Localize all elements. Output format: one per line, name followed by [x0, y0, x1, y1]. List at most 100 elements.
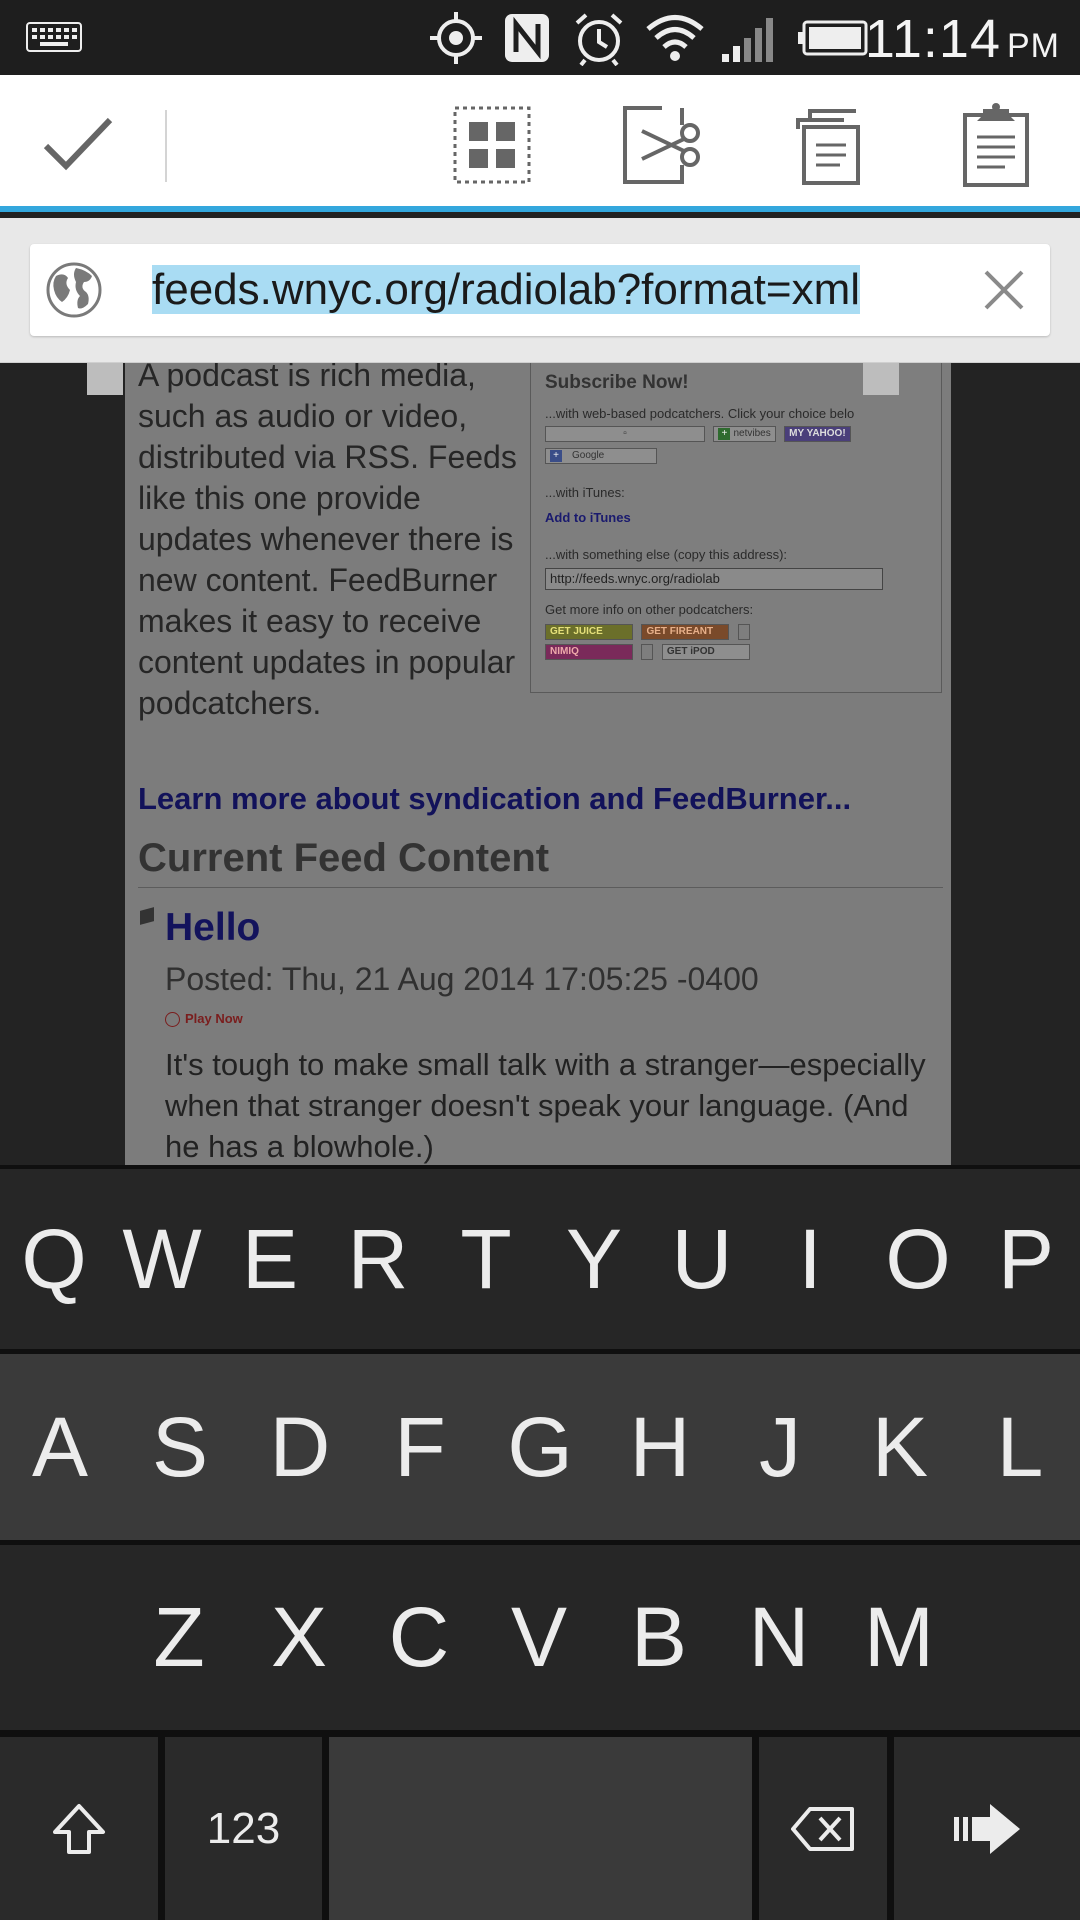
checkbox-2[interactable] — [641, 643, 654, 660]
play-icon — [165, 1012, 180, 1028]
web-podcatcher-buttons: ▫ + netvibes MY YAHOO! — [545, 425, 927, 443]
getjuice-link[interactable]: GET JUICE — [545, 623, 633, 640]
key-s[interactable]: S — [120, 1354, 240, 1540]
podcatcher-links-row2: NIMIQ GET iPOD — [545, 643, 927, 661]
cut-button[interactable] — [617, 100, 707, 190]
podcatcher-links-row1: GET JUICE GET FIREANT — [545, 623, 927, 641]
feed-address-field[interactable]: http://feeds.wnyc.org/radiolab — [545, 568, 883, 590]
checkbox-1[interactable] — [737, 623, 750, 640]
other-label: ...with something else (copy this addres… — [545, 547, 788, 562]
wifi-icon — [646, 15, 704, 61]
select-all-button[interactable] — [447, 100, 537, 190]
selection-handle-start[interactable] — [87, 363, 123, 395]
key-a[interactable]: A — [0, 1354, 120, 1540]
keyboard-row-1: Q W E R T Y U I O P — [0, 1169, 1080, 1349]
space-key[interactable] — [329, 1737, 752, 1920]
feed-item-description: It's tough to make small talk with a str… — [165, 1047, 926, 1164]
key-k[interactable]: K — [840, 1354, 960, 1540]
key-m[interactable]: M — [839, 1545, 959, 1730]
shift-icon — [53, 1803, 105, 1854]
key-g[interactable]: G — [480, 1354, 600, 1540]
key-c[interactable]: C — [359, 1545, 479, 1730]
action-bar-divider — [165, 110, 167, 182]
backspace-icon — [791, 1806, 854, 1851]
key-n[interactable]: N — [719, 1545, 839, 1730]
broken-image-button[interactable]: ▫ — [545, 425, 705, 442]
key-b[interactable]: B — [599, 1545, 719, 1730]
feed-item-posted: Posted: Thu, 21 Aug 2014 17:05:25 -0400 — [165, 961, 759, 997]
netvibes-button[interactable]: + netvibes — [713, 425, 776, 442]
clock-ampm: PM — [1007, 27, 1060, 65]
learn-more-link[interactable]: Learn more about syndication and FeedBur… — [138, 781, 851, 817]
web-based-label: ...with web-based podcatchers. Click you… — [545, 406, 855, 421]
text-selection-action-bar — [0, 75, 1080, 212]
numbers-key[interactable]: 123 — [165, 1737, 322, 1920]
more-info-label: Get more info on other podcatchers: — [545, 602, 754, 617]
enter-arrow-icon — [954, 1803, 1020, 1854]
play-now-link[interactable]: Play Now — [165, 1011, 243, 1028]
keyboard-row-3: Z X C V B N M — [0, 1545, 1080, 1730]
backspace-key[interactable] — [759, 1737, 887, 1920]
google-row: + Google — [545, 447, 927, 465]
feed-item-title[interactable]: Hello — [165, 906, 260, 950]
key-q[interactable]: Q — [0, 1169, 108, 1349]
feed-page: A podcast is rich media, such as audio o… — [125, 363, 951, 1165]
alarm-icon — [575, 13, 623, 66]
key-y[interactable]: Y — [540, 1169, 648, 1349]
keyboard-row-4: 123 — [0, 1737, 1080, 1920]
numbers-key-label: 123 — [206, 1803, 281, 1853]
url-text[interactable]: feeds.wnyc.org/radiolab?format=xml — [122, 260, 890, 320]
key-f[interactable]: F — [360, 1354, 480, 1540]
keyboard-row-2: A S D F G H J K L — [0, 1354, 1080, 1540]
myyahoo-button[interactable]: MY YAHOO! — [784, 425, 851, 442]
key-j[interactable]: J — [720, 1354, 840, 1540]
key-o[interactable]: O — [864, 1169, 972, 1349]
key-r[interactable]: R — [324, 1169, 432, 1349]
key-v[interactable]: V — [479, 1545, 599, 1730]
shift-key[interactable] — [0, 1737, 158, 1920]
key-d[interactable]: D — [240, 1354, 360, 1540]
select-all-icon — [453, 106, 531, 184]
enter-key[interactable] — [894, 1737, 1080, 1920]
getfireant-link[interactable]: GET FIREANT — [641, 623, 730, 640]
key-u[interactable]: U — [648, 1169, 756, 1349]
paste-icon — [963, 103, 1029, 187]
getipod-link[interactable]: GET iPOD — [661, 643, 750, 660]
google-button[interactable]: + Google — [545, 447, 657, 464]
clock-time: 11:14 — [864, 9, 1001, 69]
key-w[interactable]: W — [108, 1169, 216, 1349]
copy-button[interactable] — [787, 100, 877, 190]
key-i[interactable]: I — [756, 1169, 864, 1349]
key-h[interactable]: H — [600, 1354, 720, 1540]
signal-icon — [722, 18, 773, 62]
copy-icon — [796, 109, 860, 185]
status-bar: 11:14 PM — [0, 0, 1080, 75]
play-now-label: Play Now — [185, 1011, 243, 1026]
podcast-intro-text: A podcast is rich media, such as audio o… — [138, 363, 517, 721]
key-x[interactable]: X — [239, 1545, 359, 1730]
key-z[interactable]: Z — [119, 1545, 239, 1730]
selection-handle-end[interactable] — [863, 363, 899, 395]
cut-icon — [623, 106, 700, 184]
item-bullet-icon — [140, 907, 154, 925]
url-bar-container: feeds.wnyc.org/radiolab?format=xml — [0, 218, 1080, 363]
myyahoo-label: MY YAHOO! — [789, 427, 846, 439]
nfc-icon — [505, 14, 549, 62]
netvibes-label: netvibes — [733, 427, 771, 439]
clear-url-icon[interactable] — [980, 266, 1028, 314]
paste-button[interactable] — [952, 100, 1042, 190]
key-e[interactable]: E — [216, 1169, 324, 1349]
feed-content-heading: Current Feed Content — [138, 836, 943, 888]
done-button[interactable] — [33, 100, 123, 190]
web-content[interactable]: A podcast is rich media, such as audio o… — [0, 363, 1080, 1165]
nimiq-link[interactable]: NIMIQ — [545, 643, 633, 660]
key-l[interactable]: L — [960, 1354, 1080, 1540]
clock: 11:14 PM — [865, 8, 1060, 70]
add-to-itunes-link[interactable]: Add to iTunes — [545, 510, 927, 525]
url-field[interactable]: feeds.wnyc.org/radiolab?format=xml — [30, 244, 1050, 336]
google-label: Google — [572, 449, 605, 461]
key-p[interactable]: P — [972, 1169, 1080, 1349]
keyboard-icon — [26, 22, 82, 52]
keyboard: Q W E R T Y U I O P A S D F G H J K L Z … — [0, 1165, 1080, 1920]
key-t[interactable]: T — [432, 1169, 540, 1349]
